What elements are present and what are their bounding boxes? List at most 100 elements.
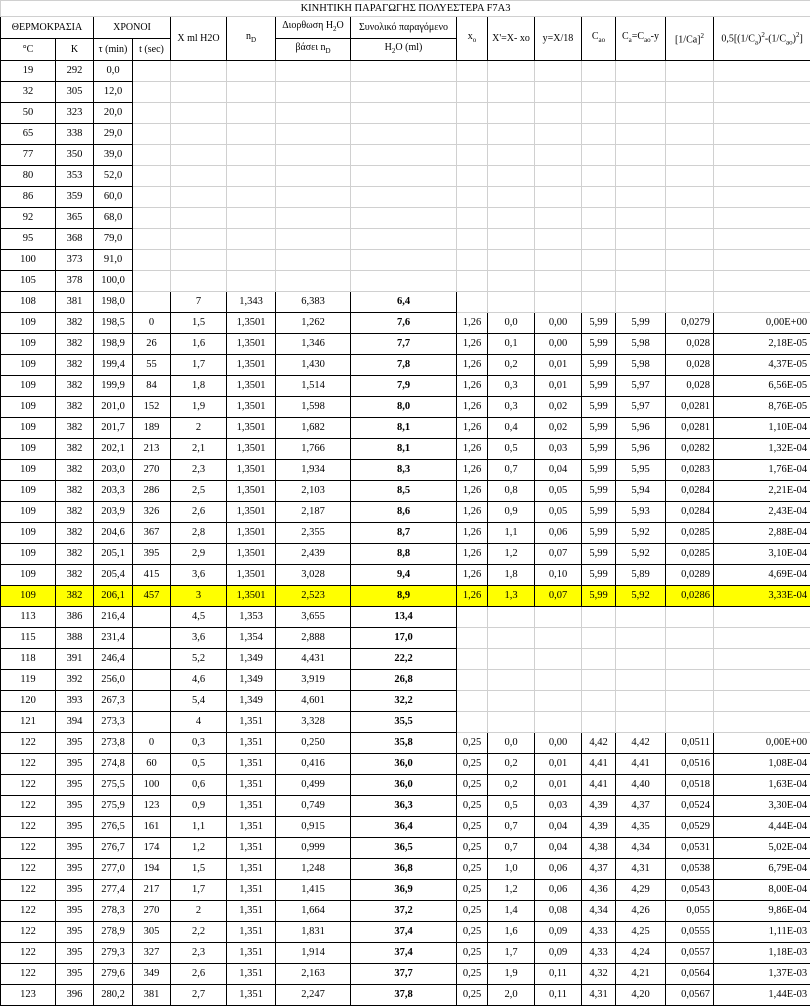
col-t-sec[interactable]: 367	[133, 523, 171, 544]
col-kelvin[interactable]: 392	[56, 670, 94, 691]
col-x-ml[interactable]	[171, 250, 227, 271]
col-total[interactable]	[351, 187, 457, 208]
col-total[interactable]: 8,6	[351, 502, 457, 523]
col-total[interactable]: 22,2	[351, 649, 457, 670]
col-half[interactable]: 2,88E-04	[714, 523, 810, 544]
col-kelvin[interactable]: 378	[56, 271, 94, 292]
col-total[interactable]: 17,0	[351, 628, 457, 649]
col-nd[interactable]: 1,349	[227, 649, 276, 670]
col-ca[interactable]	[616, 103, 666, 124]
col-correction[interactable]: 2,247	[276, 985, 351, 1006]
col-correction[interactable]: 1,682	[276, 418, 351, 439]
col-inv-ca2[interactable]	[666, 103, 714, 124]
col-total[interactable]: 36,3	[351, 796, 457, 817]
col-half[interactable]	[714, 82, 810, 103]
col-xprime[interactable]: 0,3	[488, 397, 535, 418]
col-x-ml[interactable]	[171, 187, 227, 208]
col-correction[interactable]: 3,028	[276, 565, 351, 586]
col-x-ml[interactable]: 2,6	[171, 502, 227, 523]
col-inv-ca2[interactable]	[666, 82, 714, 103]
col-nd[interactable]: 1,343	[227, 292, 276, 313]
col-inv-ca2[interactable]	[666, 292, 714, 313]
col-xprime[interactable]	[488, 628, 535, 649]
col-y[interactable]	[535, 61, 582, 82]
col-y[interactable]	[535, 607, 582, 628]
col-celsius[interactable]: 109	[1, 418, 56, 439]
col-t-sec[interactable]: 194	[133, 859, 171, 880]
col-kelvin[interactable]: 382	[56, 439, 94, 460]
col-half[interactable]: 1,63E-04	[714, 775, 810, 796]
col-inv-ca2[interactable]: 0,0279	[666, 313, 714, 334]
col-ca[interactable]: 5,98	[616, 355, 666, 376]
col-kelvin[interactable]: 388	[56, 628, 94, 649]
col-xo[interactable]: 0,25	[457, 943, 488, 964]
col-x-ml[interactable]: 5,4	[171, 691, 227, 712]
col-half[interactable]: 2,21E-04	[714, 481, 810, 502]
col-inv-ca2[interactable]	[666, 712, 714, 733]
col-xprime[interactable]: 0,2	[488, 754, 535, 775]
col-celsius[interactable]: 122	[1, 796, 56, 817]
col-t-min[interactable]: 20,0	[94, 103, 133, 124]
col-t-min[interactable]: 275,9	[94, 796, 133, 817]
col-cao[interactable]: 4,33	[582, 943, 616, 964]
col-xprime[interactable]: 1,3	[488, 586, 535, 607]
col-kelvin[interactable]: 395	[56, 817, 94, 838]
col-celsius[interactable]: 120	[1, 691, 56, 712]
col-t-sec[interactable]: 270	[133, 901, 171, 922]
col-t-sec[interactable]	[133, 271, 171, 292]
col-t-min[interactable]: 52,0	[94, 166, 133, 187]
col-cao[interactable]: 4,34	[582, 901, 616, 922]
col-inv-ca2[interactable]: 0,0518	[666, 775, 714, 796]
col-x-ml[interactable]	[171, 61, 227, 82]
col-xo[interactable]: 1,26	[457, 334, 488, 355]
col-inv-ca2[interactable]	[666, 607, 714, 628]
col-x-ml[interactable]: 2,1	[171, 439, 227, 460]
col-kelvin[interactable]: 353	[56, 166, 94, 187]
col-celsius[interactable]: 122	[1, 880, 56, 901]
col-cao[interactable]: 5,99	[582, 565, 616, 586]
col-correction[interactable]: 1,914	[276, 943, 351, 964]
col-half[interactable]: 9,86E-04	[714, 901, 810, 922]
col-y[interactable]	[535, 691, 582, 712]
col-kelvin[interactable]: 305	[56, 82, 94, 103]
col-xo[interactable]	[457, 124, 488, 145]
col-celsius[interactable]: 122	[1, 859, 56, 880]
col-x-ml[interactable]: 1,7	[171, 355, 227, 376]
col-nd[interactable]: 1,351	[227, 712, 276, 733]
col-kelvin[interactable]: 381	[56, 292, 94, 313]
col-total[interactable]: 35,8	[351, 733, 457, 754]
col-y[interactable]: 0,09	[535, 943, 582, 964]
col-xo[interactable]	[457, 712, 488, 733]
col-inv-ca2[interactable]: 0,055	[666, 901, 714, 922]
col-t-min[interactable]: 199,9	[94, 376, 133, 397]
col-total[interactable]: 8,7	[351, 523, 457, 544]
col-inv-ca2[interactable]: 0,028	[666, 376, 714, 397]
col-x-ml[interactable]: 2	[171, 901, 227, 922]
col-t-min[interactable]: 274,8	[94, 754, 133, 775]
col-cao[interactable]: 5,99	[582, 313, 616, 334]
col-celsius[interactable]: 113	[1, 607, 56, 628]
col-xo[interactable]: 1,26	[457, 523, 488, 544]
col-xprime[interactable]	[488, 271, 535, 292]
col-inv-ca2[interactable]	[666, 187, 714, 208]
col-nd[interactable]: 1,3501	[227, 481, 276, 502]
col-correction[interactable]	[276, 103, 351, 124]
col-celsius[interactable]: 109	[1, 313, 56, 334]
col-inv-ca2[interactable]	[666, 250, 714, 271]
col-cao[interactable]	[582, 82, 616, 103]
col-celsius[interactable]: 115	[1, 628, 56, 649]
col-celsius[interactable]: 108	[1, 292, 56, 313]
col-y[interactable]: 0,05	[535, 502, 582, 523]
col-t-sec[interactable]: 0	[133, 313, 171, 334]
col-nd[interactable]: 1,3501	[227, 460, 276, 481]
col-xo[interactable]: 1,26	[457, 376, 488, 397]
col-kelvin[interactable]: 292	[56, 61, 94, 82]
col-kelvin[interactable]: 382	[56, 334, 94, 355]
col-total[interactable]: 8,9	[351, 586, 457, 607]
col-ca[interactable]: 5,92	[616, 544, 666, 565]
col-correction[interactable]: 1,415	[276, 880, 351, 901]
col-correction[interactable]: 1,831	[276, 922, 351, 943]
col-cao[interactable]	[582, 691, 616, 712]
col-t-min[interactable]: 246,4	[94, 649, 133, 670]
col-half[interactable]	[714, 208, 810, 229]
